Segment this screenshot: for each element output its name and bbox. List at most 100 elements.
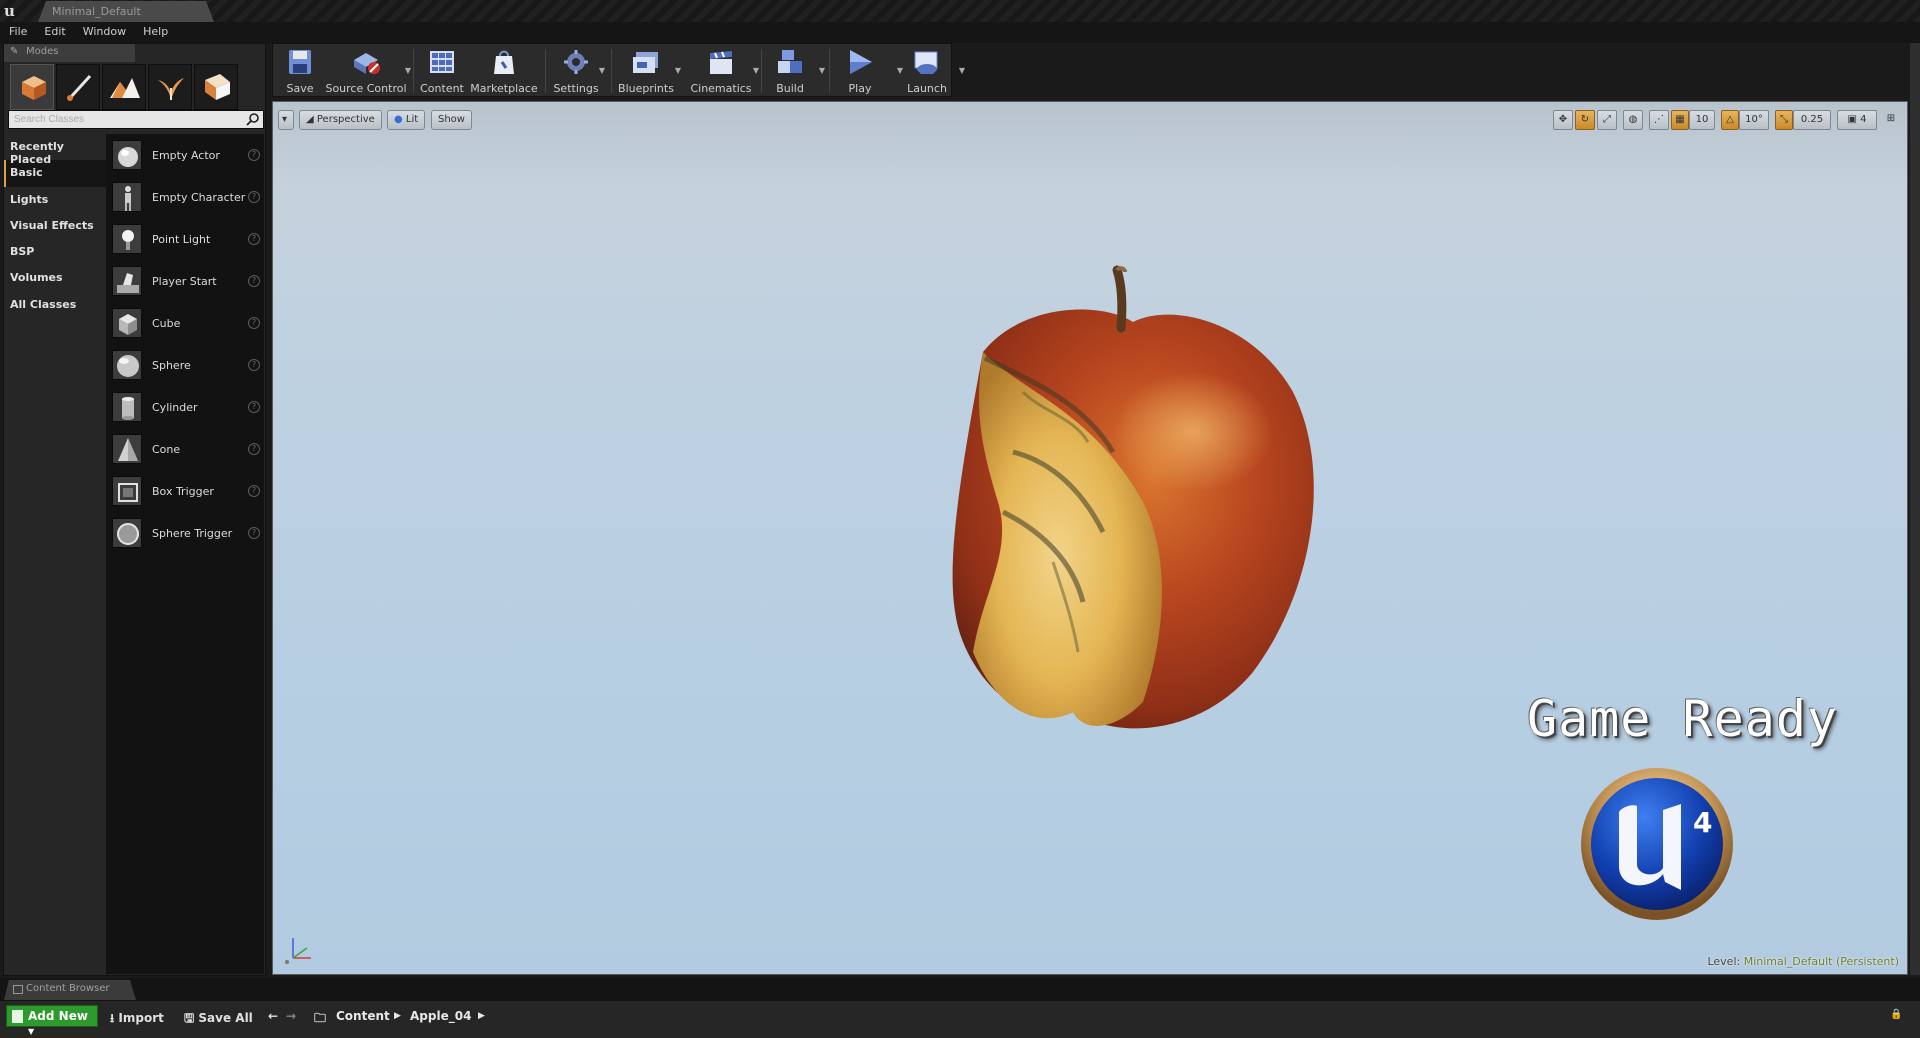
marketplace-button[interactable]: Marketplace [467, 44, 541, 98]
list-item[interactable]: Empty Character ? [110, 178, 264, 216]
menu-help[interactable]: Help [134, 22, 176, 38]
grid-snap-icon[interactable]: ▦ [1671, 110, 1689, 130]
lock-icon[interactable]: 🔒 [1890, 1009, 1902, 1020]
list-item[interactable]: Point Light ? [110, 220, 264, 258]
category-lights[interactable]: Lights [4, 187, 106, 213]
help-icon[interactable]: ? [248, 191, 260, 203]
category-bsp[interactable]: BSP [4, 239, 106, 265]
list-item[interactable]: Cone ? [110, 430, 264, 468]
list-item[interactable]: Box Trigger ? [110, 472, 264, 510]
apple-model[interactable] [873, 262, 1333, 742]
help-icon[interactable]: ? [248, 149, 260, 161]
search-classes-input[interactable] [9, 111, 239, 128]
list-item[interactable]: Sphere Trigger ? [110, 514, 264, 552]
build-dropdown-icon[interactable]: ▼ [819, 66, 825, 75]
breadcrumb-dropdown-icon[interactable]: ▶ [478, 1011, 485, 1021]
help-icon[interactable]: ? [248, 485, 260, 497]
geometry-mode-button[interactable] [194, 64, 238, 110]
scale-tool-icon[interactable]: ⤢ [1597, 110, 1617, 130]
settings-dropdown-icon[interactable]: ▼ [599, 66, 605, 75]
search-icon[interactable] [246, 112, 260, 126]
help-icon[interactable]: ? [248, 401, 260, 413]
level-viewport[interactable]: ▾ ◢ Perspective ● Lit Show ✥ ↻ ⤢ ◍ ⋰ ▦ 1… [272, 101, 1908, 975]
source-control-dropdown-icon[interactable]: ▼ [405, 66, 411, 75]
unreal-logo-icon[interactable]: u [4, 2, 22, 20]
list-item[interactable]: Player Start ? [110, 262, 264, 300]
source-control-label: Source Control [325, 82, 407, 95]
breadcrumb-content[interactable]: Content [336, 1009, 390, 1023]
menu-file[interactable]: File [0, 22, 35, 38]
source-control-button[interactable]: Source Control ▼ [325, 44, 411, 98]
blueprints-button[interactable]: Blueprints ▼ [615, 44, 681, 98]
place-mode-button[interactable] [10, 64, 54, 110]
help-icon[interactable]: ? [248, 527, 260, 539]
list-item[interactable]: Empty Actor ? [110, 136, 264, 174]
save-all-button[interactable]: 🖫 Save All [184, 1005, 253, 1027]
item-label: Empty Actor [152, 149, 220, 162]
camera-icon: ▣ [1847, 114, 1861, 125]
folder-icon[interactable]: 🗀 [314, 1005, 326, 1027]
world-space-icon[interactable]: ◍ [1623, 110, 1643, 130]
scale-snap-value[interactable]: 0.25 [1793, 110, 1831, 130]
menu-window[interactable]: Window [74, 22, 134, 38]
item-label: Cube [152, 317, 181, 330]
content-browser-tab[interactable]: Content Browser [4, 980, 136, 1000]
content-button[interactable]: Content [417, 44, 467, 98]
surface-snap-icon[interactable]: ⋰ [1649, 110, 1669, 130]
help-icon[interactable]: ? [248, 275, 260, 287]
perspective-button[interactable]: ◢ Perspective [299, 110, 382, 130]
import-button[interactable]: ⭳ Import [110, 1005, 164, 1027]
blueprints-label: Blueprints [618, 82, 674, 95]
breadcrumb-apple-04[interactable]: Apple_04 [410, 1009, 471, 1023]
cinematics-dropdown-icon[interactable]: ▼ [753, 66, 759, 75]
cinematics-button[interactable]: Cinematics ▼ [689, 44, 759, 98]
main-toolbar: Save Source Control ▼ Content Marketplac… [272, 43, 965, 98]
landscape-mode-button[interactable] [102, 64, 146, 110]
launch-label: Launch [907, 82, 947, 95]
grid-snap-value[interactable]: 10 [1689, 110, 1715, 130]
show-button[interactable]: Show [431, 110, 472, 130]
translate-tool-icon[interactable]: ✥ [1553, 110, 1573, 130]
forward-button[interactable]: → [286, 1005, 296, 1027]
show-label: Show [438, 114, 465, 125]
menu-edit[interactable]: Edit [35, 22, 73, 38]
lit-button[interactable]: ● Lit [387, 110, 426, 130]
rotation-snap-icon[interactable]: △ [1721, 110, 1739, 130]
viewport-options-dropdown-icon[interactable]: ▾ [278, 110, 294, 130]
help-icon[interactable]: ? [248, 233, 260, 245]
paint-mode-button[interactable] [56, 64, 100, 110]
help-icon[interactable]: ? [248, 443, 260, 455]
launch-button[interactable]: Launch ▼ [901, 44, 965, 98]
launch-dropdown-icon[interactable]: ▼ [959, 66, 965, 75]
save-button[interactable]: Save [275, 44, 325, 98]
lit-sphere-icon: ● [394, 114, 406, 125]
scale-snap-icon[interactable]: ⤡ [1775, 110, 1793, 130]
rotation-snap-value[interactable]: 10° [1739, 110, 1769, 130]
modes-tab[interactable]: ✎ Modes [4, 44, 135, 62]
save-icon [289, 50, 311, 74]
list-item[interactable]: Cube ? [110, 304, 264, 342]
build-button[interactable]: Build ▼ [765, 44, 825, 98]
settings-button[interactable]: Settings ▼ [549, 44, 605, 98]
breadcrumb-separator-icon[interactable]: ▶ [394, 1011, 401, 1021]
help-icon[interactable]: ? [248, 359, 260, 371]
category-visual-effects[interactable]: Visual Effects [4, 213, 106, 239]
blueprints-dropdown-icon[interactable]: ▼ [675, 66, 681, 75]
list-item[interactable]: Cylinder ? [110, 388, 264, 426]
sphere-thumb-icon [112, 350, 142, 380]
level-tab[interactable]: Minimal_Default [38, 1, 214, 22]
maximize-viewport-icon[interactable]: ⊞ [1881, 110, 1901, 130]
help-icon[interactable]: ? [248, 317, 260, 329]
list-item[interactable]: Sphere ? [110, 346, 264, 384]
category-recently-placed[interactable]: Recently Placed [4, 134, 106, 166]
category-all-classes[interactable]: All Classes [4, 292, 106, 318]
back-button[interactable]: ← [268, 1005, 278, 1027]
camera-speed-button[interactable]: ▣ 4 [1837, 110, 1877, 130]
play-button[interactable]: Play ▼ [835, 44, 903, 98]
foliage-mode-button[interactable] [148, 64, 192, 110]
category-volumes[interactable]: Volumes [4, 265, 106, 291]
add-new-button[interactable]: Add New ▼ [6, 1005, 98, 1036]
add-new-dropdown-icon: ▼ [28, 1027, 35, 1036]
play-label: Play [848, 82, 872, 95]
rotate-tool-icon[interactable]: ↻ [1575, 110, 1595, 130]
